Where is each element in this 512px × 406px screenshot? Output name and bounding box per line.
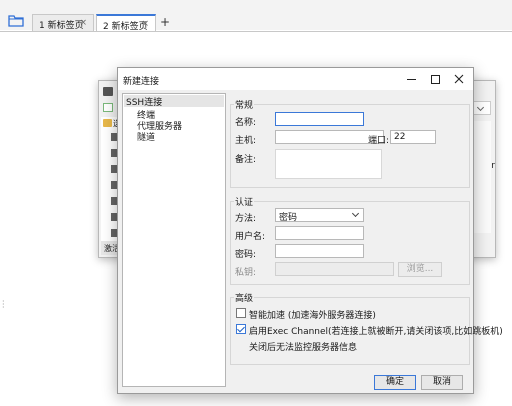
name-label: 名称: (235, 118, 257, 128)
toolbar-new-icon[interactable] (103, 103, 113, 112)
minimize-icon (406, 79, 416, 80)
dropdown-chevron-icon[interactable] (471, 101, 491, 115)
close-button[interactable] (448, 70, 470, 88)
general-legend: 常规 (234, 98, 255, 111)
username-input[interactable] (275, 226, 364, 240)
minimize-button[interactable] (400, 70, 422, 88)
private-key-label: 私钥: (235, 268, 257, 278)
open-folder-icon[interactable] (8, 13, 24, 27)
settings-tree: SSH连接 终端 代理服务器 隧道 (122, 93, 226, 387)
tab-label: 1 新标签页 (39, 21, 84, 31)
tree-item-tunnel[interactable]: 隧道 (137, 130, 155, 143)
password-label: 密码: (235, 250, 257, 260)
name-input[interactable] (275, 112, 364, 126)
method-select[interactable]: 密码 (275, 208, 364, 223)
password-input[interactable] (275, 244, 364, 258)
tab-close-icon[interactable]: × (79, 18, 87, 28)
username-label: 用户名: (235, 232, 266, 242)
host-label: 主机: (235, 136, 257, 146)
cancel-button[interactable]: 取消 (421, 375, 463, 390)
advanced-legend: 高级 (234, 291, 255, 304)
maximize-icon (430, 75, 440, 84)
truncated-text: r (491, 161, 495, 171)
exec-channel-note: 关闭后无法监控服务器信息 (249, 343, 358, 353)
exec-channel-label: 启用Exec Channel(若连接上就被断开,请关闭该项,比如跳板机) (249, 327, 503, 337)
tab-2[interactable]: 2 新标签页 × (96, 14, 156, 32)
dialog-titlebar: 新建连接 (118, 68, 473, 90)
resize-handle-icon[interactable]: · · · (2, 298, 5, 312)
note-textarea[interactable] (275, 149, 382, 179)
exec-channel-checkbox[interactable] (236, 324, 246, 334)
method-value: 密码 (279, 213, 298, 223)
tab-close-icon[interactable]: × (141, 19, 149, 29)
auth-legend: 认证 (234, 195, 255, 208)
smart-accel-label: 智能加速 (加速海外服务器连接) (249, 311, 376, 321)
dialog-title: 新建连接 (123, 77, 160, 87)
folder-icon (103, 119, 112, 127)
toolbar-monitor-icon[interactable] (103, 87, 113, 96)
method-label: 方法: (235, 214, 257, 224)
browse-button[interactable]: 浏览... (398, 262, 442, 277)
tree-item-ssh[interactable]: SSH连接 (124, 95, 224, 108)
tab-divider (0, 31, 512, 32)
right-panel (471, 121, 491, 233)
new-connection-dialog: 新建连接 SSH连接 终端 代理服务器 隧道 常规 名称: 主机: 端口: 22… (117, 67, 503, 394)
note-label: 备注: (235, 155, 257, 165)
port-label: 端口: (368, 136, 390, 146)
private-key-input[interactable] (275, 262, 394, 276)
chevron-down-icon (351, 209, 360, 218)
smart-accel-checkbox[interactable] (236, 308, 246, 318)
ok-button[interactable]: 确定 (374, 375, 416, 390)
tab-bar: 1 新标签页 × 2 新标签页 × + (0, 0, 512, 32)
tab-1[interactable]: 1 新标签页 × (32, 14, 94, 31)
add-tab-icon[interactable]: + (160, 15, 170, 29)
close-icon (454, 74, 464, 84)
maximize-button[interactable] (424, 70, 446, 88)
port-input[interactable]: 22 (390, 130, 436, 144)
